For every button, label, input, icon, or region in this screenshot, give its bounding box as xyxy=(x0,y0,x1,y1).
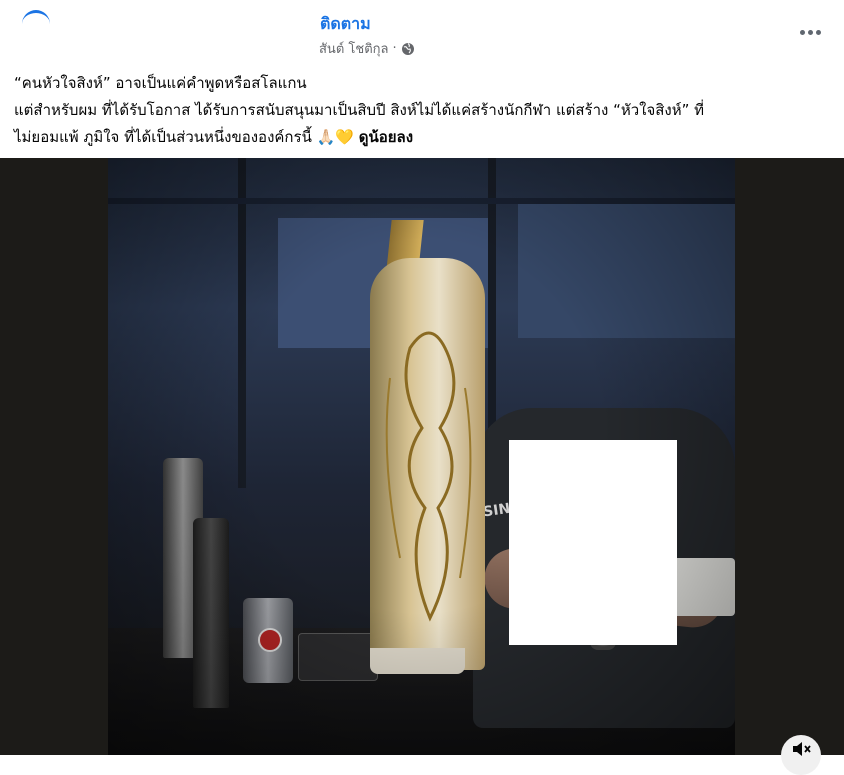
post-line-2: แต่สำหรับผม ที่ได้รับโอกาส ได้รับการสนับ… xyxy=(14,101,705,119)
more-options-icon[interactable] xyxy=(792,20,828,44)
speaker-muted-icon[interactable] xyxy=(781,735,821,775)
dish xyxy=(298,633,378,681)
trophy-base xyxy=(370,648,465,674)
follow-button[interactable]: ติดตาม xyxy=(320,12,371,37)
background-building-right xyxy=(518,198,735,338)
post-line-1: “คนหัวใจสิงห์” อาจเป็นแค่คำพูดหรือสโลแกน xyxy=(14,74,307,92)
post-meta: สันต์ โชติกุล · xyxy=(319,38,415,59)
bottle-opener xyxy=(193,518,229,708)
face-redaction xyxy=(509,440,677,645)
post-line-3-text: ไม่ยอมแพ้ ภูมิใจ ที่ได้เป็นส่วนหนึ่งของอ… xyxy=(14,128,354,146)
meta-separator: · xyxy=(392,41,397,56)
avatar[interactable] xyxy=(18,8,58,48)
trophy xyxy=(370,258,485,670)
can-logo xyxy=(258,628,282,652)
post-message: “คนหัวใจสิงห์” อาจเป็นแค่คำพูดหรือสโลแกน… xyxy=(14,70,834,151)
window-frame xyxy=(108,198,735,204)
window-frame xyxy=(238,158,246,488)
post-header: ติดตาม สันต์ โชติกุล · xyxy=(0,0,844,64)
globe-icon[interactable] xyxy=(401,42,415,56)
see-less-link[interactable]: ดูน้อยลง xyxy=(359,128,413,146)
avatar-logo-icon xyxy=(22,10,50,38)
post-media[interactable]: SINGHA xyxy=(0,158,844,755)
post-line-3: ไม่ยอมแพ้ ภูมิใจ ที่ได้เป็นส่วนหนึ่งของอ… xyxy=(14,124,834,151)
author-name[interactable]: สันต์ โชติกุล xyxy=(319,38,388,59)
